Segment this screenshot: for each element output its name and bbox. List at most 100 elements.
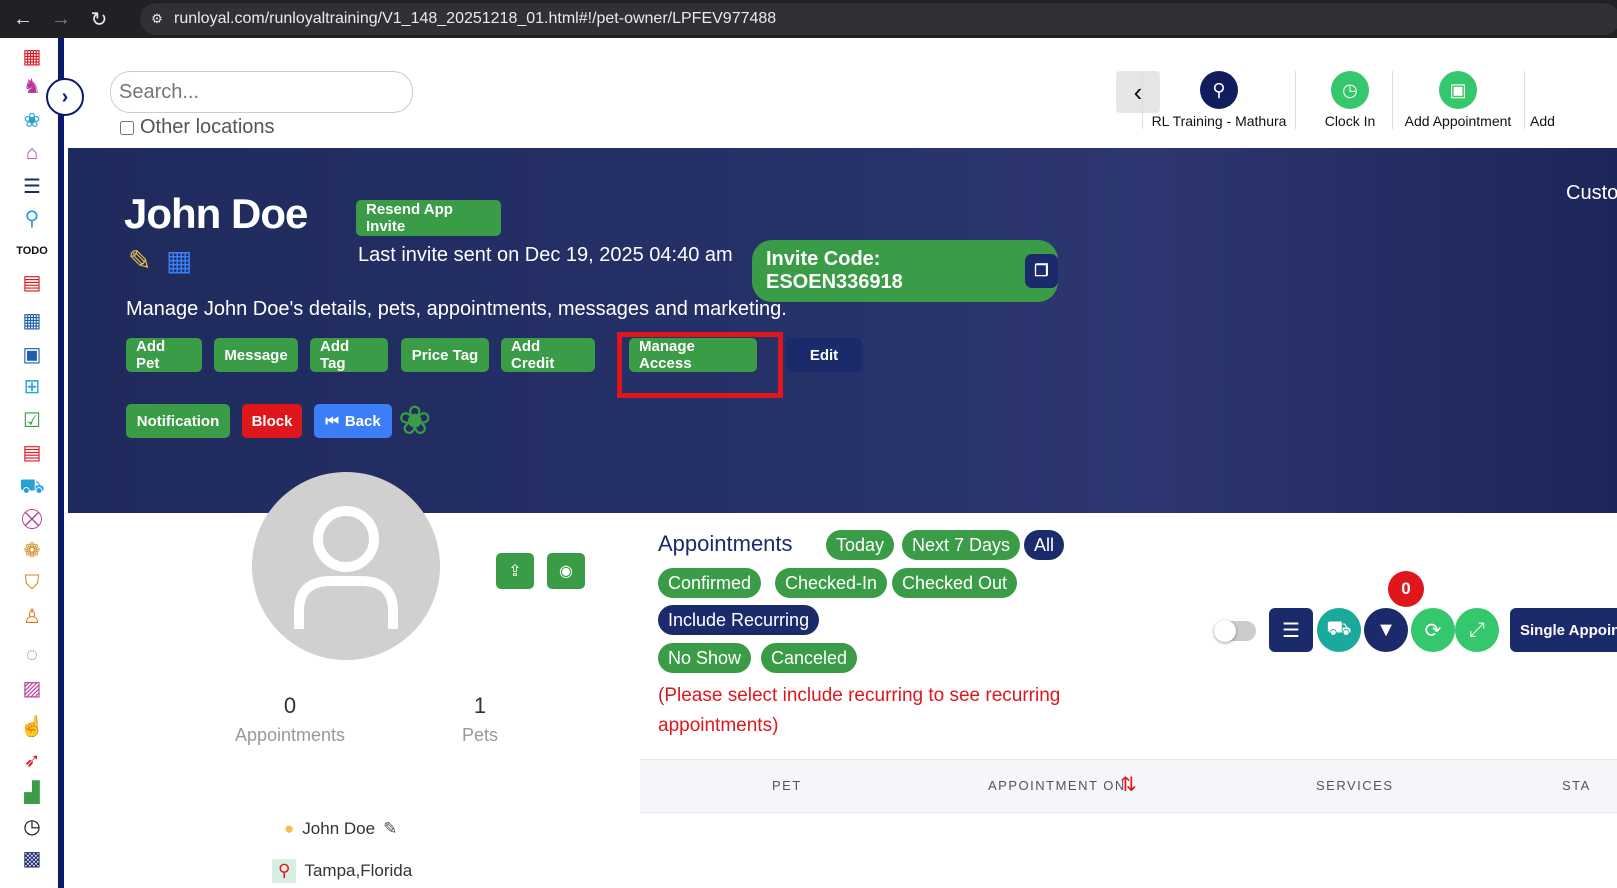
upload-icon[interactable]: ⇪ [496,553,534,589]
sidebar-toggle-chevron-icon[interactable]: › [46,78,84,116]
back-arrow-icon[interactable]: ← [8,4,38,34]
other-locations-label: Other locations [140,116,275,138]
owner-hero-banner: John Doe ✎ ▦ Resend App Invite Last invi… [68,148,1617,513]
add-pet-button[interactable]: Add Pet [126,338,202,372]
filter-include-recurring[interactable]: Include Recurring [658,605,820,635]
location-pin-icon: ⚲ [1200,71,1238,109]
other-locations-check[interactable] [120,120,134,135]
add-button[interactable]: Add [1530,71,1570,129]
cart-icon[interactable]: ⛟ [18,474,46,500]
add-appointment-label: Add Appointment [1404,113,1512,129]
sort-icon[interactable]: ⇅ [1120,772,1137,797]
image-icon[interactable]: ▨ [18,676,46,702]
user-silhouette-icon [294,506,398,629]
list-icon[interactable]: ☰ [18,174,46,200]
search-input[interactable] [110,71,413,113]
back-button[interactable]: ⏮ Back [314,404,392,438]
pencil-icon[interactable]: ✎ [383,819,397,839]
filter-checked-in[interactable]: Checked-In [775,568,888,598]
customer-partial-text: Custo [1566,182,1617,204]
profile-owner-name: John Doe [302,819,376,838]
calendar-icon[interactable]: ▦ [18,308,46,334]
appointments-card: Appointments Today Next 7 Days All Confi… [640,513,1617,888]
invite-code-badge: Invite Code: ESOEN336918 ❐ [752,240,1058,302]
top-bar: Other locations ‹ ⚲ RL Training - Mathur… [68,38,1617,148]
owner-name-heading: John Doe [124,190,308,237]
qr-code-icon[interactable]: ▦ [166,244,192,277]
report-icon[interactable]: ▤ [18,440,46,466]
rocket-icon[interactable]: ➶ [18,748,46,774]
last-invite-text: Last invite sent on Dec 19, 2025 04:40 a… [358,244,733,266]
pet-location-icon[interactable]: ⚲ [18,206,46,232]
filter-checked-out[interactable]: Checked Out [892,568,1018,598]
paw-icon[interactable]: ❀ [18,108,46,134]
clock-in-label: Clock In [1324,113,1376,129]
address-bar[interactable]: ⚙ runloyal.com/runloyaltraining/V1_148_2… [140,3,1617,35]
paw-group-icon[interactable]: ❁ [18,538,46,564]
expand-icon[interactable]: ⤢ [1455,608,1499,652]
owner-description: Manage John Doe's details, pets, appoint… [126,298,787,320]
location-label: RL Training - Mathura [1151,113,1287,129]
thumbs-up-icon[interactable]: ☝ [18,714,46,740]
filter-count-badge: 0 [1388,571,1424,607]
checklist-icon[interactable]: ☑ [18,408,46,434]
col-appointment-on[interactable]: APPOINTMENT ON [988,778,1126,793]
filter-icon[interactable]: ▼ [1364,608,1408,652]
filter-canceled[interactable]: Canceled [761,643,858,673]
message-button[interactable]: Message [214,338,298,372]
list-view-icon[interactable]: ☰ [1269,608,1313,652]
col-pet[interactable]: PET [772,778,802,793]
forward-arrow-icon[interactable]: → [46,4,76,34]
user-icon[interactable]: ♙ [18,604,46,630]
location-line: ⚲ Tampa,Florida [272,859,412,883]
store-icon[interactable]: ⌂ [18,140,46,166]
filter-all[interactable]: All [1024,530,1065,560]
camera-icon[interactable]: ◉ [547,553,585,589]
paw-play-icon[interactable]: ❀ [398,398,432,444]
back-button-label: Back [344,412,381,430]
filter-next-7-days[interactable]: Next 7 Days [902,530,1021,560]
appointments-table-header: PET APPOINTMENT ON ⇅ SERVICES STA [640,759,1617,813]
todo-icon[interactable]: TODO [16,238,48,264]
col-status[interactable]: STA [1562,778,1591,793]
location-switcher[interactable]: ⚲ RL Training - Mathura [1146,71,1292,129]
dogs-icon[interactable]: ♞ [18,74,46,100]
single-appointment-button[interactable]: Single Appoin [1510,608,1617,652]
filter-confirmed[interactable]: Confirmed [658,568,762,598]
clock-settings-icon[interactable]: ◷ [18,814,46,840]
chart-lock-icon[interactable]: ▟ [18,780,46,806]
notification-button[interactable]: Notification [126,404,230,438]
copy-icon[interactable]: ❐ [1024,254,1058,288]
view-toggle-switch[interactable] [1214,620,1256,642]
pet-cart-icon[interactable]: ⛒ [18,506,46,532]
edit-button[interactable]: Edit [786,338,862,372]
layout-icon[interactable]: ⊞ [18,374,46,400]
recurring-note: (Please select include recurring to see … [658,685,1061,736]
filter-today[interactable]: Today [826,530,895,560]
calendar-pet-icon[interactable]: ▣ [18,342,46,368]
avatar[interactable] [252,472,440,660]
person-icon: ● [284,819,295,838]
appointments-title: Appointments [658,531,793,556]
reload-icon[interactable]: ↻ [84,4,114,34]
calendar-grid-icon[interactable]: ▦ [18,44,46,70]
site-settings-icon[interactable]: ⚙ [140,3,174,35]
notes-icon[interactable]: ✎ [128,244,151,277]
resend-app-invite-button[interactable]: Resend App Invite [356,200,501,236]
calendar-edit-icon[interactable]: ▤ [18,270,46,296]
filter-no-show[interactable]: No Show [658,643,752,673]
pets-stat-label: Pets [461,725,499,745]
price-tag-button[interactable]: Price Tag [401,338,489,372]
add-credit-button[interactable]: Add Credit [501,338,595,372]
clock-in-button[interactable]: ◷ Clock In [1308,71,1392,129]
col-services[interactable]: SERVICES [1316,778,1394,793]
block-button[interactable]: Block [242,404,302,438]
gallery-icon[interactable]: ▩ [18,846,46,872]
add-appointment-button[interactable]: ▣ Add Appointment [1398,71,1518,129]
cart-view-icon[interactable]: ⛟ [1317,608,1361,652]
shield-icon[interactable]: ⛉ [18,570,46,596]
refresh-icon[interactable]: ⟳ [1411,608,1455,652]
chat-icon[interactable]: ◌ [18,642,46,668]
add-tag-button[interactable]: Add Tag [310,338,388,372]
other-locations-checkbox[interactable]: Other locations [120,116,275,139]
